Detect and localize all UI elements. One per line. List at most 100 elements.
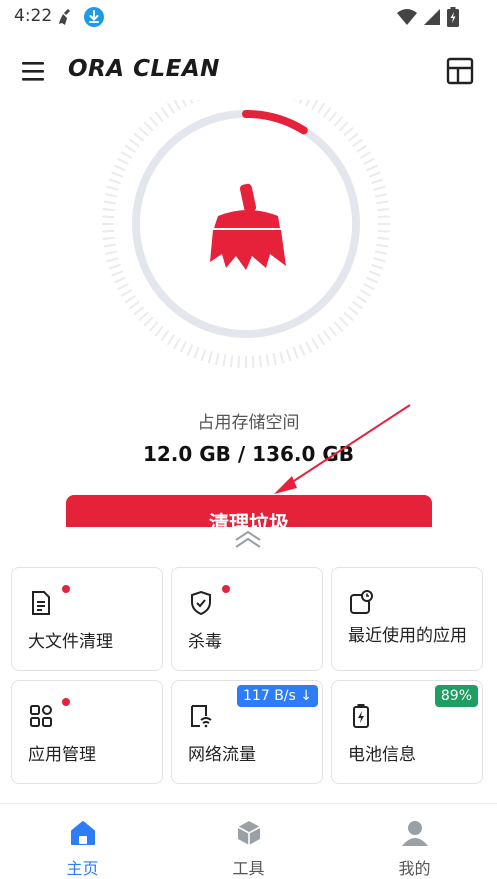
gauge-tick	[347, 132, 359, 142]
shield-check-icon	[188, 590, 214, 616]
gauge-tick	[166, 334, 175, 346]
clean-junk-button[interactable]: 清理垃圾	[66, 495, 432, 527]
gauge-tick	[347, 306, 359, 316]
gauge-tick	[374, 250, 388, 255]
gauge-tick	[265, 354, 270, 367]
nav-label: 主页	[66, 859, 99, 878]
gauge-tick	[258, 355, 263, 368]
gauge-tick	[359, 289, 372, 297]
storage-gauge	[95, 80, 397, 376]
app-logo: ORA CLEAN	[68, 56, 220, 82]
app-header: ORA CLEAN	[0, 50, 497, 94]
notification-dot	[62, 585, 70, 593]
tool-card-large-files[interactable]: 大文件清理	[11, 567, 163, 671]
gauge-tick	[173, 337, 181, 350]
gauge-tick	[371, 178, 384, 185]
battery-icon	[348, 703, 374, 729]
gauge-tick	[317, 102, 326, 114]
tool-card-network-traffic[interactable]: 117 B/s ↓ 网络流量	[171, 680, 323, 784]
clean-button-container: 清理垃圾	[66, 495, 432, 527]
gauge-tick	[272, 352, 277, 366]
gauge-tick	[377, 215, 390, 219]
recent-apps-icon	[348, 590, 374, 616]
gauge-tick	[133, 132, 145, 142]
expand-chevron-icon[interactable]	[230, 528, 266, 550]
gauge-tick	[317, 334, 326, 346]
gauge-tick	[117, 157, 129, 165]
gauge-tick	[298, 92, 306, 104]
gauge-tick	[179, 341, 187, 353]
gauge-tick	[179, 95, 187, 107]
gauge-tick	[328, 325, 338, 337]
gauge-tick	[343, 311, 354, 322]
storage-label: 占用存储空间	[197, 413, 300, 433]
gauge-tick	[117, 283, 129, 291]
tool-card-battery-info[interactable]: 89% 电池信息	[331, 680, 483, 784]
tool-label: 杀毒	[188, 632, 222, 652]
gauge-tick	[128, 138, 140, 148]
gauge-tick	[103, 200, 116, 205]
gauge-tick	[371, 263, 384, 270]
gauge-tick	[104, 193, 118, 198]
notification-dot	[62, 698, 70, 706]
nav-profile[interactable]: 我的	[332, 804, 497, 879]
gauge-tick	[333, 321, 344, 332]
gauge-tick	[106, 185, 119, 191]
gauge-tick	[311, 98, 319, 111]
gauge-tick	[368, 171, 381, 178]
gauge-tick	[352, 138, 364, 148]
gauge-tick	[143, 316, 154, 327]
gauge-tick	[133, 306, 145, 316]
gauge-tick	[186, 344, 194, 356]
hamburger-menu-icon[interactable]	[18, 58, 50, 86]
gauge-tick	[108, 263, 121, 270]
nav-tools[interactable]: 工具	[166, 804, 331, 879]
nav-home[interactable]: 主页	[0, 804, 165, 879]
gauge-tick	[322, 106, 332, 118]
gauge-tick	[160, 106, 170, 118]
gauge-tick	[138, 126, 149, 137]
person-icon	[400, 818, 430, 848]
gauge-tick	[229, 355, 234, 368]
gauge-tick	[173, 98, 181, 111]
nav-label: 工具	[232, 859, 265, 878]
gauge-tick	[311, 337, 319, 350]
notification-dot	[222, 585, 230, 593]
status-bar: 4:22	[0, 0, 497, 34]
gauge-tick	[138, 311, 149, 322]
gauge-tick	[305, 341, 313, 353]
bottom-nav: 主页 工具 我的	[0, 803, 497, 879]
gauge-tick	[120, 289, 133, 297]
toolbox-cube-icon	[234, 818, 264, 848]
layout-icon[interactable]	[445, 56, 475, 86]
signal-icon	[423, 8, 441, 30]
wifi-icon	[397, 8, 417, 30]
gauge-tick	[292, 346, 299, 359]
file-document-icon	[28, 590, 54, 616]
gauge-tick	[338, 121, 349, 132]
gauge-tick	[154, 325, 164, 337]
gauge-tick	[356, 295, 368, 304]
gauge-tick	[279, 351, 285, 364]
download-status-icon	[84, 7, 104, 31]
gauge-tick	[215, 352, 220, 366]
gauge-tick	[322, 330, 332, 342]
gauge-tick	[333, 116, 344, 127]
gauge-tick	[285, 349, 292, 362]
gauge-tick	[366, 164, 378, 172]
gauge-tick	[292, 89, 299, 102]
gauge-tick	[111, 270, 124, 277]
gauge-tick	[120, 151, 133, 159]
gauge-tick	[124, 144, 136, 153]
tool-card-app-manager[interactable]: 应用管理	[11, 680, 163, 784]
gauge-tick	[103, 243, 116, 248]
gauge-tick	[193, 89, 200, 102]
gauge-tick	[376, 200, 389, 205]
gauge-tick	[114, 276, 126, 284]
tool-card-recent-apps[interactable]: 最近使用的应用	[331, 567, 483, 671]
tool-card-antivirus[interactable]: 杀毒	[171, 567, 323, 671]
status-time: 4:22	[14, 6, 53, 26]
app-grid-icon	[28, 703, 54, 729]
gauge-tick	[207, 351, 213, 364]
network-speed-badge: 117 B/s ↓	[237, 685, 318, 707]
